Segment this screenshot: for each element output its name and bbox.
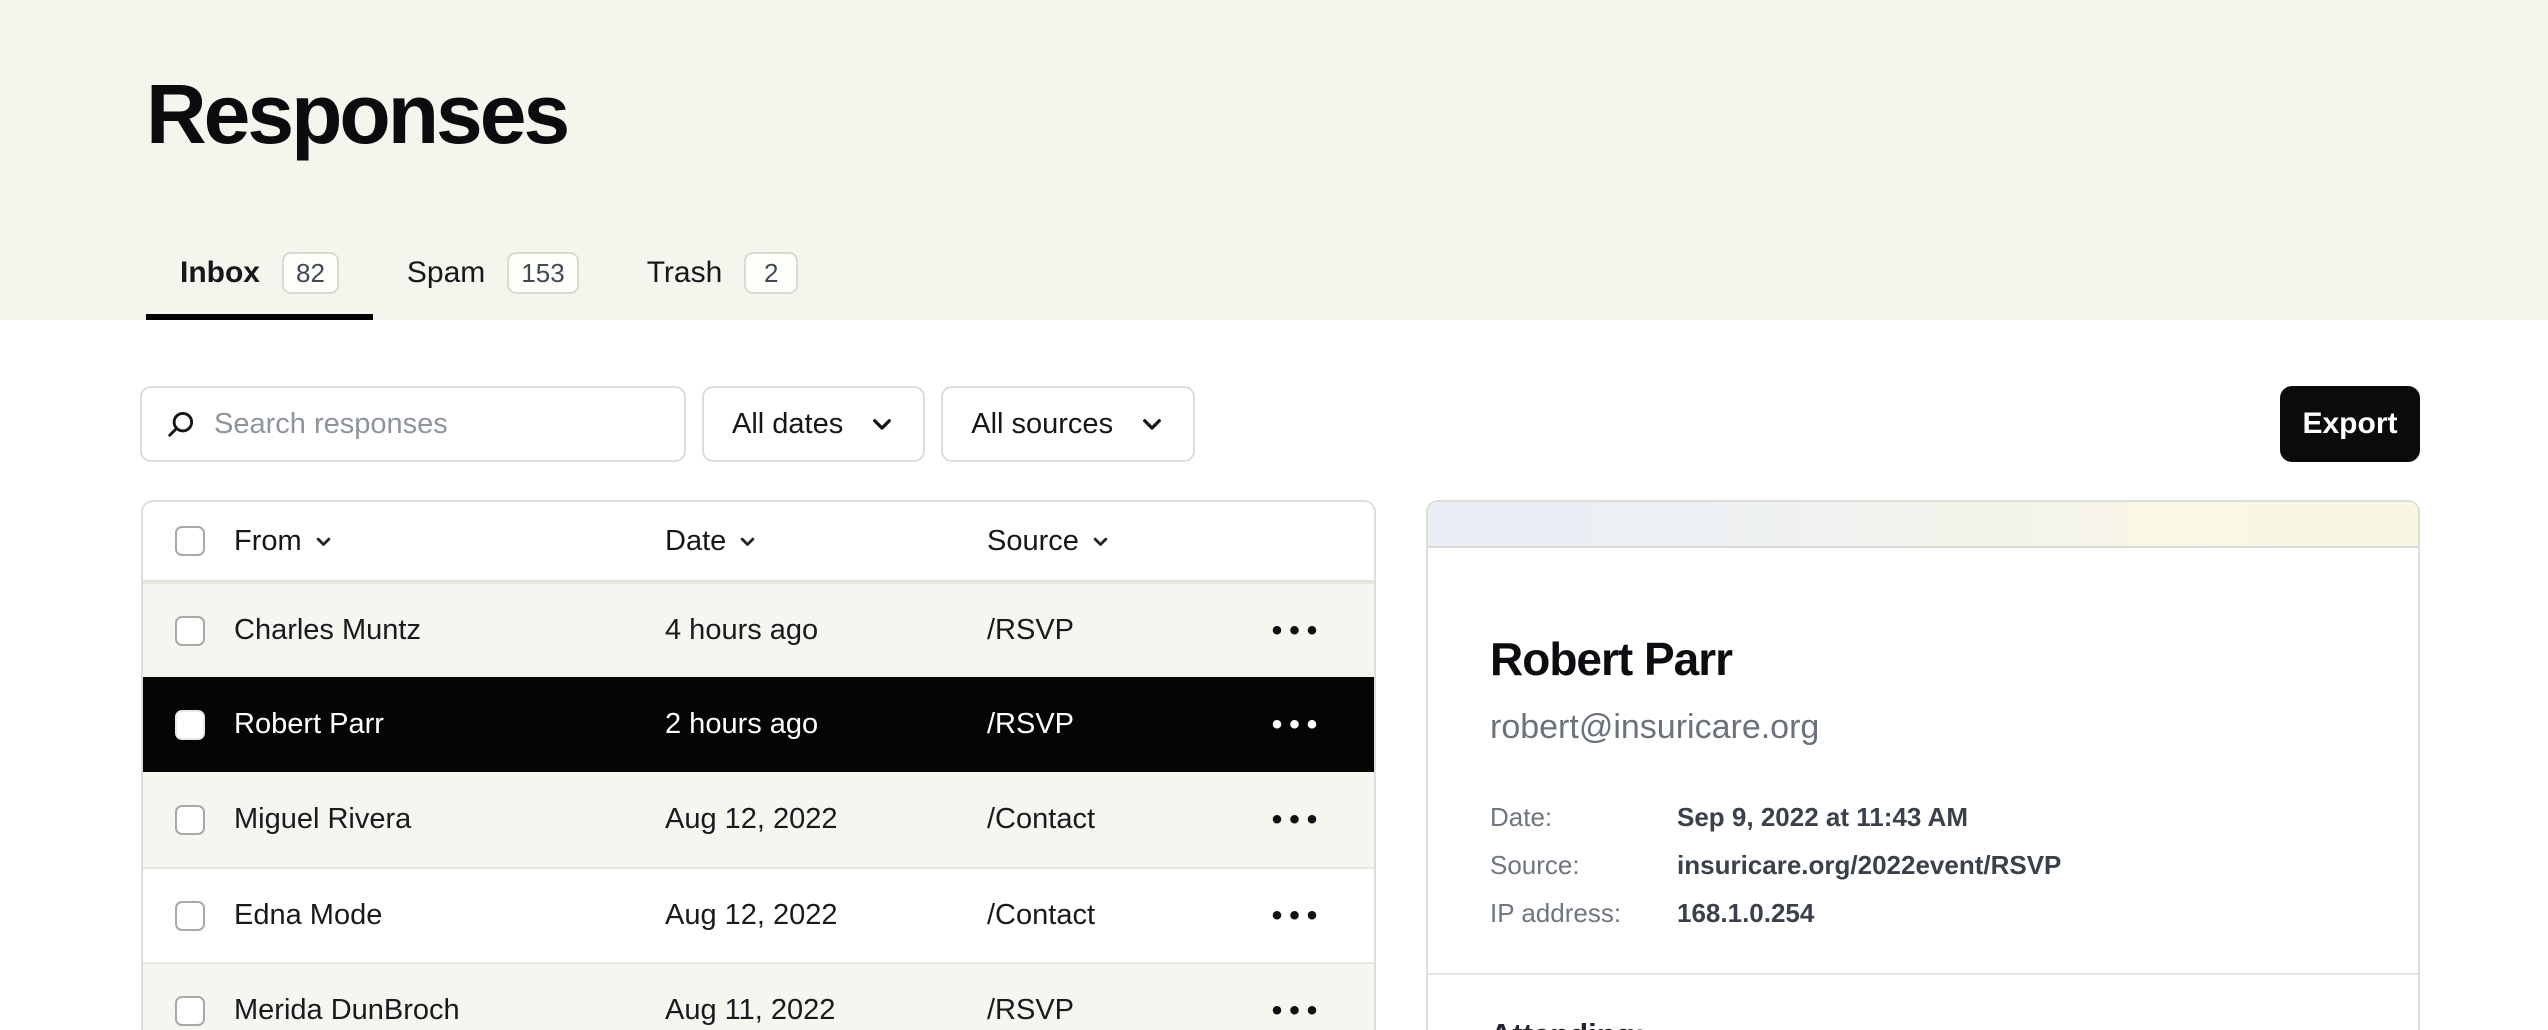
tab-inbox-label: Inbox (180, 256, 260, 290)
row-from: Miguel Rivera (234, 803, 665, 836)
meta-value: Sep 9, 2022 at 11:43 AM (1677, 802, 2356, 833)
page-title: Responses (146, 66, 2548, 163)
meta-row-date: Date: Sep 9, 2022 at 11:43 AM (1490, 793, 2356, 841)
content-area: From Date Source Charles Muntz 4 hours a… (141, 500, 2420, 1030)
column-header-date[interactable]: Date (665, 525, 987, 558)
date-filter-dropdown[interactable]: All dates (702, 386, 925, 462)
row-source: /Contact (987, 899, 1268, 932)
table-row[interactable]: Edna Mode Aug 12, 2022 /Contact ••• (143, 867, 1374, 962)
respondent-name: Robert Parr (1490, 632, 2356, 686)
chevron-down-icon (1139, 411, 1165, 437)
row-date: Aug 11, 2022 (665, 994, 987, 1027)
row-menu-button[interactable]: ••• (1272, 710, 1325, 740)
column-header-from[interactable]: From (234, 525, 665, 558)
row-source: /RSVP (987, 708, 1268, 741)
tab-trash-label: Trash (647, 256, 723, 290)
row-checkbox[interactable] (175, 710, 205, 740)
tab-spam[interactable]: Spam 153 (373, 232, 613, 320)
source-filter-label: All sources (971, 408, 1113, 441)
meta-row-source: Source: insuricare.org/2022event/RSVP (1490, 841, 2356, 889)
row-date: Aug 12, 2022 (665, 899, 987, 932)
row-date: Aug 12, 2022 (665, 803, 987, 836)
select-all-checkbox[interactable] (175, 526, 205, 556)
row-source: /Contact (987, 803, 1268, 836)
sort-chevron-icon (738, 532, 757, 551)
search-input[interactable] (214, 408, 660, 441)
source-filter-dropdown[interactable]: All sources (941, 386, 1195, 462)
row-from: Robert Parr (234, 708, 665, 741)
row-date: 2 hours ago (665, 708, 987, 741)
tab-spam-count-badge: 153 (507, 252, 578, 294)
table-header-row: From Date Source (143, 502, 1374, 582)
row-menu-button[interactable]: ••• (1272, 996, 1325, 1026)
meta-label: Date: (1490, 802, 1677, 833)
row-checkbox[interactable] (175, 996, 205, 1026)
row-menu-button[interactable]: ••• (1272, 901, 1325, 931)
row-from: Edna Mode (234, 899, 665, 932)
row-menu-button[interactable]: ••• (1272, 616, 1325, 646)
table-row[interactable]: Charles Muntz 4 hours ago /RSVP ••• (143, 582, 1374, 677)
response-detail-panel: Robert Parr robert@insuricare.org Date: … (1426, 500, 2420, 1030)
row-checkbox[interactable] (175, 616, 205, 646)
toolbar: All dates All sources Export (140, 386, 2420, 462)
table-row[interactable]: Miguel Rivera Aug 12, 2022 /Contact ••• (143, 772, 1374, 867)
tab-trash-count-badge: 2 (744, 252, 798, 294)
sort-chevron-icon (314, 532, 333, 551)
sort-chevron-icon (1091, 532, 1110, 551)
row-from: Merida DunBroch (234, 994, 665, 1027)
row-date: 4 hours ago (665, 614, 987, 647)
response-meta: Date: Sep 9, 2022 at 11:43 AM Source: in… (1490, 793, 2356, 937)
row-menu-button[interactable]: ••• (1272, 805, 1325, 835)
detail-gradient-banner (1428, 502, 2418, 548)
row-source: /RSVP (987, 994, 1268, 1027)
tab-spam-label: Spam (407, 256, 485, 290)
tab-inbox-count-badge: 82 (282, 252, 339, 294)
responses-table: From Date Source Charles Muntz 4 hours a… (141, 500, 1376, 1030)
search-icon (166, 409, 196, 439)
meta-value: 168.1.0.254 (1677, 898, 2356, 929)
attending-section-heading: Attending: (1490, 1017, 2356, 1030)
page-header: Responses Inbox 82 Spam 153 Trash 2 (0, 0, 2548, 320)
search-box[interactable] (140, 386, 686, 462)
table-row[interactable]: Merida DunBroch Aug 11, 2022 /RSVP ••• (143, 962, 1374, 1030)
column-header-source[interactable]: Source (987, 525, 1268, 558)
date-filter-label: All dates (732, 408, 843, 441)
detail-divider (1428, 973, 2418, 975)
tab-trash[interactable]: Trash 2 (613, 232, 833, 320)
meta-row-ip: IP address: 168.1.0.254 (1490, 889, 2356, 937)
chevron-down-icon (869, 411, 895, 437)
row-checkbox[interactable] (175, 805, 205, 835)
meta-label: IP address: (1490, 898, 1677, 929)
export-button[interactable]: Export (2280, 386, 2420, 462)
meta-value: insuricare.org/2022event/RSVP (1677, 850, 2356, 881)
responses-page: Responses Inbox 82 Spam 153 Trash 2 (0, 0, 2548, 1030)
tab-inbox[interactable]: Inbox 82 (146, 232, 373, 320)
meta-label: Source: (1490, 850, 1677, 881)
row-source: /RSVP (987, 614, 1268, 647)
row-from: Charles Muntz (234, 614, 665, 647)
table-row-selected[interactable]: Robert Parr 2 hours ago /RSVP ••• (143, 677, 1374, 772)
respondent-email: robert@insuricare.org (1490, 708, 2356, 747)
row-checkbox[interactable] (175, 901, 205, 931)
tab-bar: Inbox 82 Spam 153 Trash 2 (146, 232, 2548, 320)
